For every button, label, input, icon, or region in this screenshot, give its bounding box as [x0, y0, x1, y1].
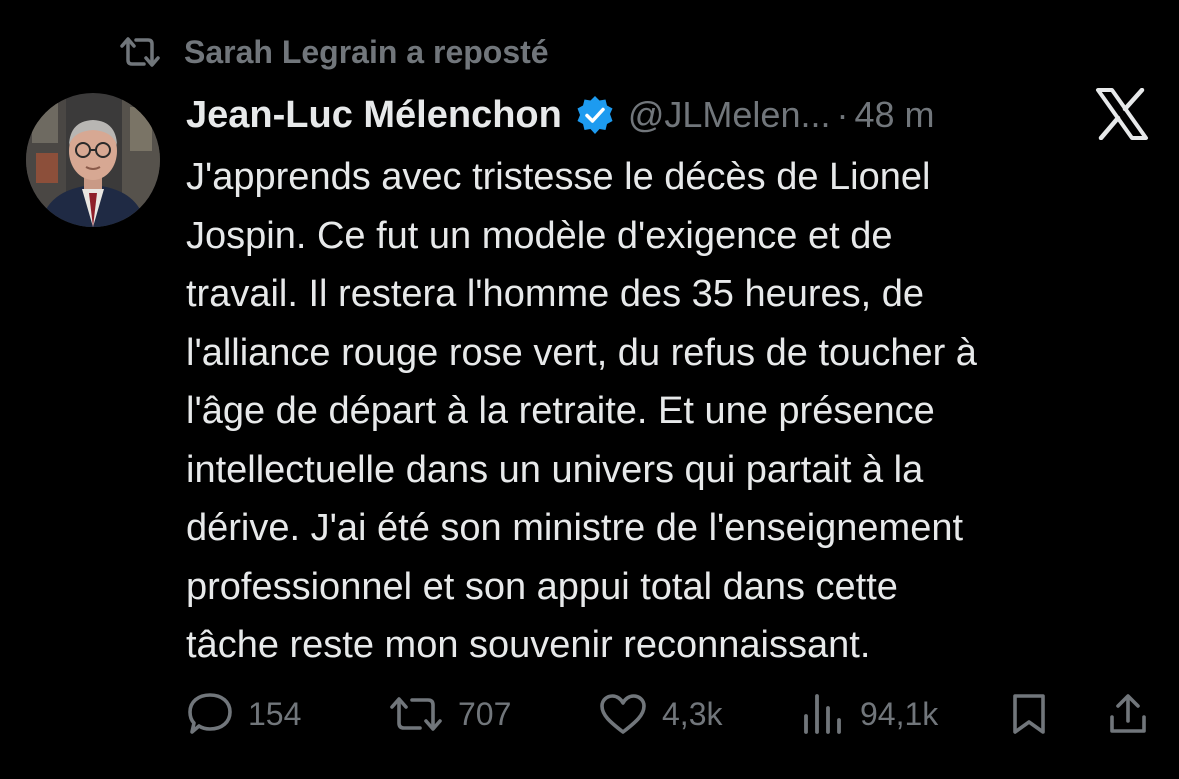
bookmark-icon — [1013, 694, 1045, 734]
verified-badge-icon — [574, 94, 616, 136]
author-handle[interactable]: @JLMelen... — [628, 94, 831, 136]
repost-count: 707 — [458, 695, 512, 732]
reply-count: 154 — [248, 695, 302, 732]
action-bar: 154 707 4,3k 94,1k — [186, 690, 1152, 738]
post-time[interactable]: 48 m — [854, 94, 934, 136]
share-button[interactable] — [1108, 690, 1148, 738]
repost-icon — [118, 34, 162, 70]
bookmark-button[interactable] — [1010, 690, 1048, 738]
reply-button[interactable]: 154 — [186, 690, 301, 738]
author-name[interactable]: Jean-Luc Mélenchon — [186, 94, 562, 137]
separator-dot: · — [836, 94, 849, 135]
views-button[interactable]: 94,1k — [800, 690, 938, 738]
avatar[interactable] — [26, 93, 160, 227]
repost-text[interactable]: Sarah Legrain a reposté — [184, 34, 549, 71]
share-icon — [1110, 694, 1146, 733]
reply-icon — [188, 693, 232, 734]
repost-button[interactable]: 707 — [388, 690, 511, 738]
like-count: 4,3k — [662, 695, 723, 732]
repost-icon — [390, 697, 442, 731]
tweet-text: J'apprends avec tristesse le décès de Li… — [186, 156, 977, 666]
views-icon — [804, 694, 841, 734]
x-logo-icon[interactable] — [1094, 87, 1150, 141]
repost-indicator[interactable]: Sarah Legrain a reposté — [118, 30, 549, 74]
like-button[interactable]: 4,3k — [598, 690, 722, 738]
tweet-header: Jean-Luc Mélenchon @JLMelen... · 48 m — [186, 88, 1066, 142]
views-count: 94,1k — [860, 695, 939, 732]
heart-icon — [600, 694, 646, 734]
